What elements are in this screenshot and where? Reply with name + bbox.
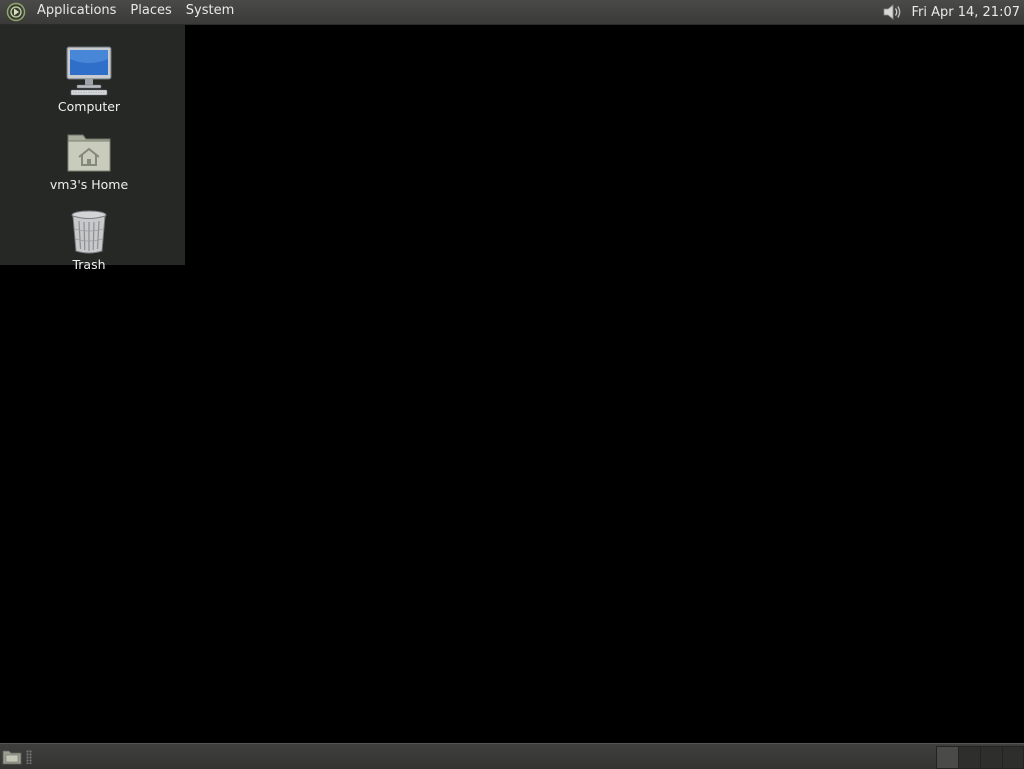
applications-menu[interactable]: Applications — [30, 0, 123, 24]
home-folder-icon — [67, 134, 111, 172]
desktop-icon-label: Computer — [57, 99, 121, 114]
show-desktop-icon[interactable] — [2, 748, 22, 765]
system-tray: Fri Apr 14, 21:07 — [881, 0, 1024, 24]
desktop-icons-area: Computer vm3's Home Trash — [0, 25, 185, 272]
places-menu[interactable]: Places — [123, 0, 178, 24]
desktop-icon-computer[interactable]: Computer — [0, 45, 178, 114]
desktop-icon-label: vm3's Home — [49, 177, 129, 192]
panel-drag-handle[interactable] — [26, 750, 32, 764]
desktop-icon-label: Trash — [72, 257, 106, 272]
workspace-4[interactable] — [1002, 746, 1024, 769]
main-menu-logo-icon[interactable] — [6, 2, 26, 22]
workspace-1[interactable] — [936, 746, 959, 769]
computer-icon — [66, 46, 112, 96]
workspace-3[interactable] — [980, 746, 1003, 769]
bottom-panel — [0, 743, 1024, 769]
system-menu[interactable]: System — [179, 0, 241, 24]
top-panel: Applications Places System Fri Apr 14, 2… — [0, 0, 1024, 25]
workspace-2[interactable] — [958, 746, 981, 769]
clock[interactable]: Fri Apr 14, 21:07 — [911, 5, 1024, 20]
desktop-icon-trash[interactable]: Trash — [0, 209, 178, 272]
volume-icon[interactable] — [881, 2, 903, 22]
desktop-icon-home[interactable]: vm3's Home — [0, 129, 178, 192]
trash-icon — [71, 210, 107, 254]
